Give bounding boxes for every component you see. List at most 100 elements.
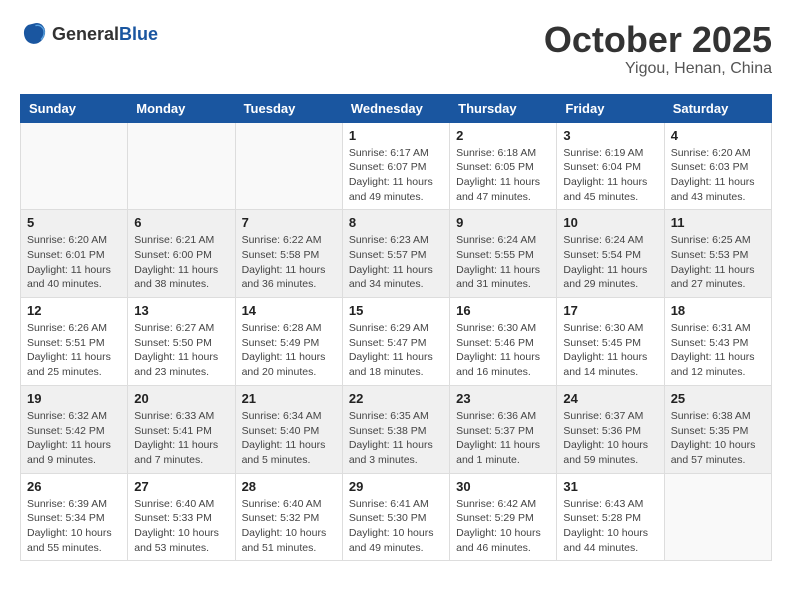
- day-number: 12: [27, 303, 121, 318]
- day-number: 19: [27, 391, 121, 406]
- calendar-cell: [664, 473, 771, 561]
- calendar-cell: 24 Sunrise: 6:37 AM Sunset: 5:36 PM Dayli…: [557, 385, 664, 473]
- day-info: Sunrise: 6:21 AM Sunset: 6:00 PM Dayligh…: [134, 233, 228, 292]
- calendar-cell: 4 Sunrise: 6:20 AM Sunset: 6:03 PM Daylig…: [664, 122, 771, 210]
- calendar-cell: 17 Sunrise: 6:30 AM Sunset: 5:45 PM Dayli…: [557, 298, 664, 386]
- day-info: Sunrise: 6:24 AM Sunset: 5:55 PM Dayligh…: [456, 233, 550, 292]
- calendar-cell: 9Sunrise: 6:24 AM Sunset: 5:55 PM Daylig…: [450, 210, 557, 298]
- day-number: 14: [242, 303, 336, 318]
- calendar-cell: 20 Sunrise: 6:33 AM Sunset: 5:41 PM Dayli…: [128, 385, 235, 473]
- day-number: 27: [134, 479, 228, 494]
- calendar-cell: 7Sunrise: 6:22 AM Sunset: 5:58 PM Daylig…: [235, 210, 342, 298]
- day-info: Sunrise: 6:27 AM Sunset: 5:50 PM Dayligh…: [134, 321, 228, 380]
- calendar-cell: 29 Sunrise: 6:41 AM Sunset: 5:30 PM Dayli…: [342, 473, 449, 561]
- day-info: Sunrise: 6:41 AM Sunset: 5:30 PM Dayligh…: [349, 497, 443, 556]
- calendar-cell: 8 Sunrise: 6:23 AM Sunset: 5:57 PM Daylig…: [342, 210, 449, 298]
- logo: GeneralBlue: [20, 20, 158, 48]
- day-number: 13: [134, 303, 228, 318]
- day-number: 31: [563, 479, 657, 494]
- weekday-header-wednesday: Wednesday: [342, 94, 449, 122]
- calendar-cell: [235, 122, 342, 210]
- day-number: 26: [27, 479, 121, 494]
- day-number: 1: [349, 128, 443, 143]
- day-info: Sunrise: 6:29 AM Sunset: 5:47 PM Dayligh…: [349, 321, 443, 380]
- day-info: Sunrise: 6:37 AM Sunset: 5:36 PM Dayligh…: [563, 409, 657, 468]
- location-title: Yigou, Henan, China: [544, 60, 772, 78]
- calendar-cell: 30Sunrise: 6:42 AM Sunset: 5:29 PM Dayli…: [450, 473, 557, 561]
- day-info: Sunrise: 6:43 AM Sunset: 5:28 PM Dayligh…: [563, 497, 657, 556]
- day-number: 11: [671, 215, 765, 230]
- day-info: Sunrise: 6:33 AM Sunset: 5:41 PM Dayligh…: [134, 409, 228, 468]
- day-number: 20: [134, 391, 228, 406]
- weekday-header-saturday: Saturday: [664, 94, 771, 122]
- calendar-week-row: 1 Sunrise: 6:17 AM Sunset: 6:07 PM Daylig…: [21, 122, 772, 210]
- calendar-cell: 31 Sunrise: 6:43 AM Sunset: 5:28 PM Dayli…: [557, 473, 664, 561]
- calendar-cell: [21, 122, 128, 210]
- calendar-cell: 10Sunrise: 6:24 AM Sunset: 5:54 PM Dayli…: [557, 210, 664, 298]
- day-number: 2: [456, 128, 550, 143]
- day-info: Sunrise: 6:35 AM Sunset: 5:38 PM Dayligh…: [349, 409, 443, 468]
- day-number: 29: [349, 479, 443, 494]
- calendar-cell: 18 Sunrise: 6:31 AM Sunset: 5:43 PM Dayli…: [664, 298, 771, 386]
- calendar-cell: 19 Sunrise: 6:32 AM Sunset: 5:42 PM Dayli…: [21, 385, 128, 473]
- logo-general: General: [52, 24, 119, 44]
- day-number: 22: [349, 391, 443, 406]
- day-number: 3: [563, 128, 657, 143]
- calendar-week-row: 5 Sunrise: 6:20 AM Sunset: 6:01 PM Daylig…: [21, 210, 772, 298]
- calendar-cell: 2 Sunrise: 6:18 AM Sunset: 6:05 PM Daylig…: [450, 122, 557, 210]
- calendar-week-row: 26 Sunrise: 6:39 AM Sunset: 5:34 PM Dayli…: [21, 473, 772, 561]
- weekday-header-friday: Friday: [557, 94, 664, 122]
- day-number: 23: [456, 391, 550, 406]
- day-info: Sunrise: 6:18 AM Sunset: 6:05 PM Dayligh…: [456, 146, 550, 205]
- logo-text: GeneralBlue: [52, 24, 158, 45]
- calendar-cell: 25Sunrise: 6:38 AM Sunset: 5:35 PM Dayli…: [664, 385, 771, 473]
- calendar-cell: 5 Sunrise: 6:20 AM Sunset: 6:01 PM Daylig…: [21, 210, 128, 298]
- day-info: Sunrise: 6:20 AM Sunset: 6:03 PM Dayligh…: [671, 146, 765, 205]
- day-number: 16: [456, 303, 550, 318]
- weekday-header-row: SundayMondayTuesdayWednesdayThursdayFrid…: [21, 94, 772, 122]
- day-number: 17: [563, 303, 657, 318]
- day-number: 21: [242, 391, 336, 406]
- day-info: Sunrise: 6:22 AM Sunset: 5:58 PM Dayligh…: [242, 233, 336, 292]
- calendar-cell: 3 Sunrise: 6:19 AM Sunset: 6:04 PM Daylig…: [557, 122, 664, 210]
- day-info: Sunrise: 6:32 AM Sunset: 5:42 PM Dayligh…: [27, 409, 121, 468]
- calendar-cell: 27 Sunrise: 6:40 AM Sunset: 5:33 PM Dayli…: [128, 473, 235, 561]
- day-info: Sunrise: 6:19 AM Sunset: 6:04 PM Dayligh…: [563, 146, 657, 205]
- day-info: Sunrise: 6:20 AM Sunset: 6:01 PM Dayligh…: [27, 233, 121, 292]
- day-info: Sunrise: 6:34 AM Sunset: 5:40 PM Dayligh…: [242, 409, 336, 468]
- day-number: 24: [563, 391, 657, 406]
- weekday-header-sunday: Sunday: [21, 94, 128, 122]
- calendar-table: SundayMondayTuesdayWednesdayThursdayFrid…: [20, 94, 772, 562]
- calendar-cell: 16Sunrise: 6:30 AM Sunset: 5:46 PM Dayli…: [450, 298, 557, 386]
- day-info: Sunrise: 6:26 AM Sunset: 5:51 PM Dayligh…: [27, 321, 121, 380]
- logo-icon: [20, 20, 48, 48]
- day-info: Sunrise: 6:38 AM Sunset: 5:35 PM Dayligh…: [671, 409, 765, 468]
- day-number: 18: [671, 303, 765, 318]
- day-number: 28: [242, 479, 336, 494]
- day-number: 8: [349, 215, 443, 230]
- logo-blue: Blue: [119, 24, 158, 44]
- day-number: 4: [671, 128, 765, 143]
- calendar-cell: 23Sunrise: 6:36 AM Sunset: 5:37 PM Dayli…: [450, 385, 557, 473]
- day-number: 5: [27, 215, 121, 230]
- calendar-cell: 6Sunrise: 6:21 AM Sunset: 6:00 PM Daylig…: [128, 210, 235, 298]
- day-info: Sunrise: 6:31 AM Sunset: 5:43 PM Dayligh…: [671, 321, 765, 380]
- day-info: Sunrise: 6:42 AM Sunset: 5:29 PM Dayligh…: [456, 497, 550, 556]
- day-info: Sunrise: 6:30 AM Sunset: 5:45 PM Dayligh…: [563, 321, 657, 380]
- day-info: Sunrise: 6:23 AM Sunset: 5:57 PM Dayligh…: [349, 233, 443, 292]
- day-info: Sunrise: 6:17 AM Sunset: 6:07 PM Dayligh…: [349, 146, 443, 205]
- title-block: October 2025 Yigou, Henan, China: [544, 20, 772, 78]
- month-title: October 2025: [544, 20, 772, 60]
- day-info: Sunrise: 6:39 AM Sunset: 5:34 PM Dayligh…: [27, 497, 121, 556]
- day-number: 10: [563, 215, 657, 230]
- calendar-cell: 13 Sunrise: 6:27 AM Sunset: 5:50 PM Dayli…: [128, 298, 235, 386]
- weekday-header-tuesday: Tuesday: [235, 94, 342, 122]
- calendar-cell: 21 Sunrise: 6:34 AM Sunset: 5:40 PM Dayli…: [235, 385, 342, 473]
- calendar-week-row: 19 Sunrise: 6:32 AM Sunset: 5:42 PM Dayli…: [21, 385, 772, 473]
- calendar-cell: 11Sunrise: 6:25 AM Sunset: 5:53 PM Dayli…: [664, 210, 771, 298]
- calendar-cell: 28 Sunrise: 6:40 AM Sunset: 5:32 PM Dayli…: [235, 473, 342, 561]
- weekday-header-monday: Monday: [128, 94, 235, 122]
- day-info: Sunrise: 6:40 AM Sunset: 5:33 PM Dayligh…: [134, 497, 228, 556]
- calendar-cell: 14Sunrise: 6:28 AM Sunset: 5:49 PM Dayli…: [235, 298, 342, 386]
- day-info: Sunrise: 6:40 AM Sunset: 5:32 PM Dayligh…: [242, 497, 336, 556]
